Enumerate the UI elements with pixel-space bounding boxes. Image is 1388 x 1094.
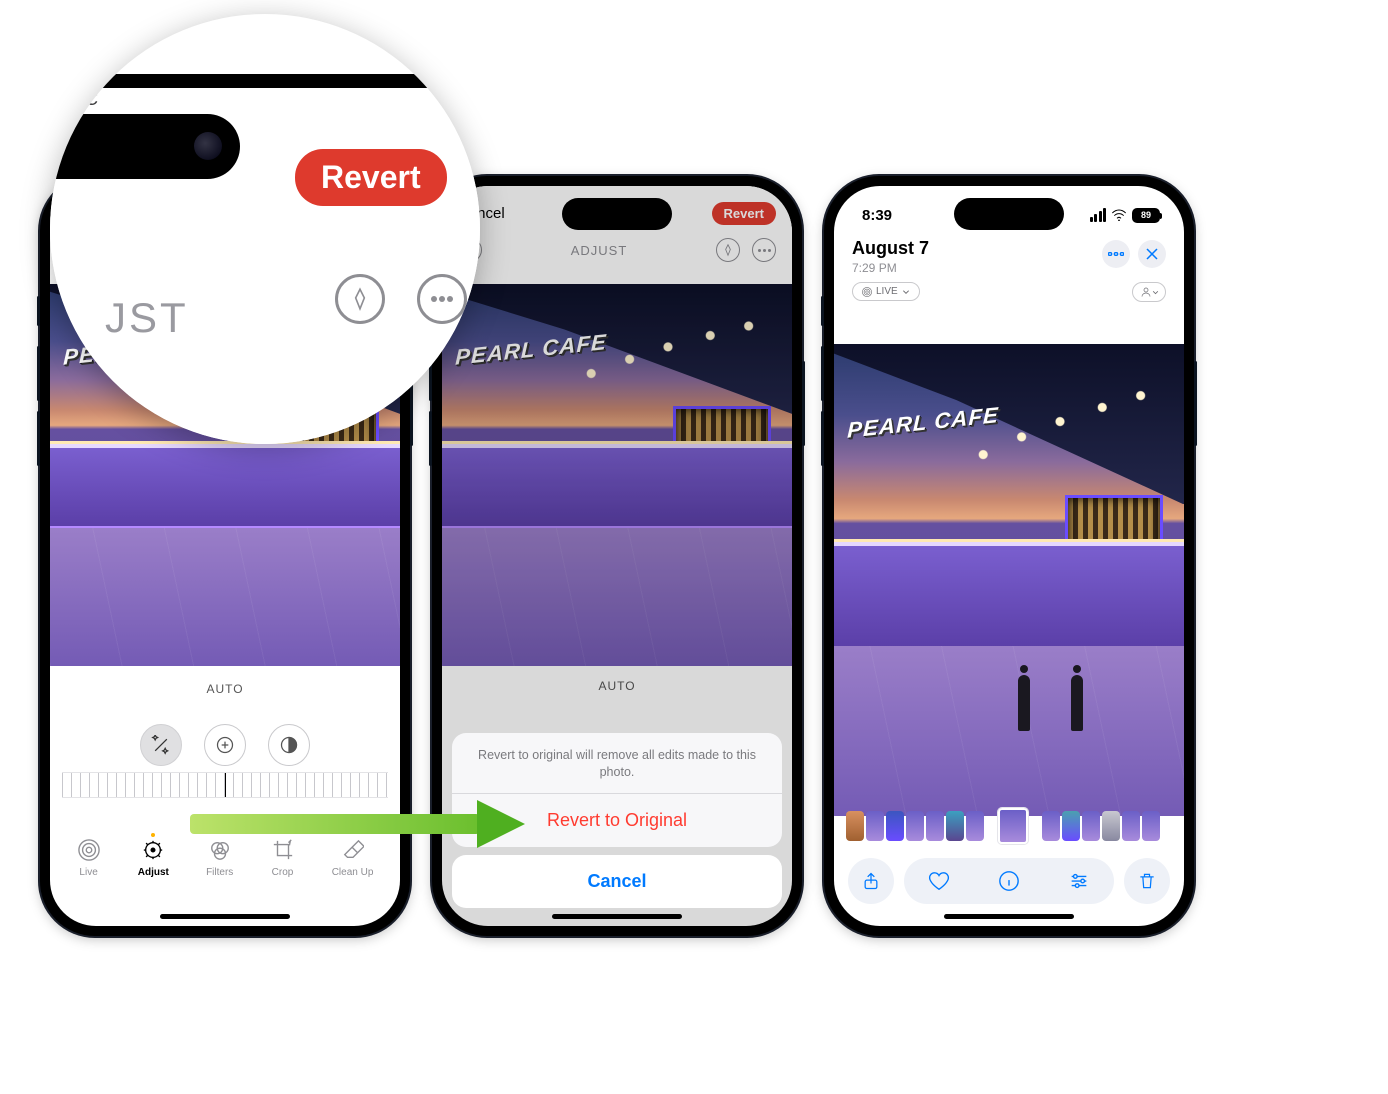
tab-label: Live xyxy=(79,867,97,878)
more-icon-zoomed[interactable] xyxy=(417,274,467,324)
home-indicator[interactable] xyxy=(944,914,1074,919)
annotation-arrow xyxy=(190,800,525,848)
cancel-fragment: C xyxy=(85,89,98,110)
people-badge[interactable] xyxy=(1132,282,1166,302)
favorite-button[interactable] xyxy=(927,869,951,893)
photo-full[interactable]: PEARL CAFE xyxy=(834,344,1184,816)
viewer-toolbar xyxy=(848,858,1170,904)
dynamic-island-zoomed xyxy=(50,114,240,179)
tab-live[interactable]: Live xyxy=(77,838,101,878)
phone-photo-viewer: 8:39 89 August 7 7:29 PM xyxy=(824,176,1194,936)
exposure-icon[interactable] xyxy=(204,724,246,766)
tab-label: Filters xyxy=(206,867,233,878)
live-label: LIVE xyxy=(876,286,898,297)
dynamic-island xyxy=(954,198,1064,230)
contrast-icon[interactable] xyxy=(268,724,310,766)
magnifier-callout: C Revert JST xyxy=(50,14,480,444)
wand-icon[interactable] xyxy=(140,724,182,766)
adjust-dial-icon xyxy=(141,838,165,862)
signal-icon xyxy=(1090,208,1107,222)
edit-button[interactable] xyxy=(1067,869,1091,893)
info-button[interactable] xyxy=(997,869,1021,893)
person-silhouette xyxy=(1071,675,1083,731)
adjust-title-fragment: JST xyxy=(105,294,189,342)
live-photo-badge[interactable]: LIVE xyxy=(852,282,920,301)
sheet-message: Revert to original will remove all edits… xyxy=(452,733,782,794)
adjustment-tool-row xyxy=(50,724,400,766)
markup-icon-zoomed[interactable] xyxy=(335,274,385,324)
home-indicator[interactable] xyxy=(160,914,290,919)
photo-filmstrip[interactable] xyxy=(846,808,1172,844)
tab-label: Clean Up xyxy=(332,867,374,878)
home-indicator[interactable] xyxy=(552,914,682,919)
auto-label: AUTO xyxy=(50,682,400,696)
tab-adjust[interactable]: Adjust xyxy=(138,838,169,878)
wifi-icon xyxy=(1111,209,1127,221)
viewer-header: August 7 7:29 PM xyxy=(852,238,1166,275)
revert-button-zoomed[interactable]: Revert xyxy=(295,149,447,206)
battery-icon: 89 xyxy=(1132,208,1160,223)
tab-label: Adjust xyxy=(138,867,169,878)
live-circles-icon xyxy=(77,838,101,862)
share-button[interactable] xyxy=(848,858,894,904)
adjustment-ruler[interactable] xyxy=(62,772,388,798)
current-photo-thumb[interactable] xyxy=(998,808,1028,844)
sheet-cancel-button[interactable]: Cancel xyxy=(452,855,782,908)
dynamic-island xyxy=(562,198,672,230)
more-actions-button[interactable] xyxy=(1102,240,1130,268)
tab-label: Crop xyxy=(272,867,294,878)
trash-button[interactable] xyxy=(1124,858,1170,904)
person-silhouette xyxy=(1018,675,1030,731)
close-button[interactable] xyxy=(1138,240,1166,268)
status-time: 8:39 xyxy=(862,207,892,224)
